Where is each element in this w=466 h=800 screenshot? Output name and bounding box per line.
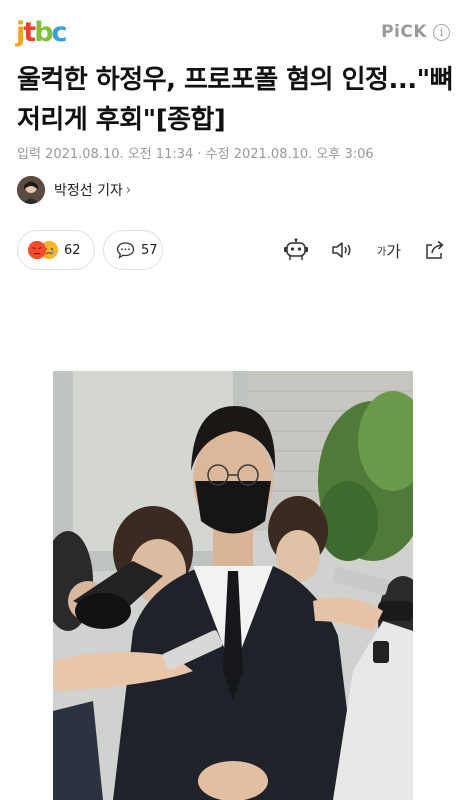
reaction-count: 62 [64, 242, 81, 258]
avatar [17, 176, 45, 204]
comment-bubble-icon [116, 241, 135, 259]
font-size-small-label: 가 [377, 246, 387, 258]
reactions-button[interactable]: 62 [17, 230, 95, 270]
logo-letter-j: j [16, 17, 25, 48]
top-bar: j t b c PiCK i [0, 0, 466, 64]
share-icon[interactable] [423, 238, 447, 262]
pick-label: PiCK [381, 22, 427, 42]
speaker-icon[interactable] [330, 238, 354, 262]
angry-emoji-icon [28, 241, 46, 259]
comments-button[interactable]: 57 [103, 230, 163, 270]
font-size-large-label: 가 [386, 242, 401, 261]
logo-letter-c: c [51, 17, 68, 48]
article-photo [53, 371, 413, 800]
comment-count: 57 [141, 242, 158, 258]
logo-letter-b: b [34, 17, 53, 48]
font-size-button[interactable]: 가 가 [374, 238, 404, 262]
info-icon[interactable]: i [433, 23, 450, 41]
pick-badge[interactable]: PiCK i [381, 22, 450, 42]
chevron-right-icon: › [125, 182, 132, 198]
article-action-bar: 62 57 가 가 [17, 230, 449, 272]
author-link[interactable]: 박정선 기자 › [17, 174, 131, 206]
logo-letter-t: t [23, 17, 36, 48]
author-name: 박정선 기자 [54, 183, 123, 199]
article-timestamps: 입력 2021.08.10. 오전 11:34 · 수정 2021.08.10.… [17, 147, 374, 162]
article-headline: 울컥한 하정우, 프로포폴 혐의 인정..."뼈 저리게 후회"[종합] [17, 65, 454, 135]
summary-bot-icon[interactable] [283, 238, 309, 262]
jtbc-logo[interactable]: j t b c [16, 17, 68, 48]
